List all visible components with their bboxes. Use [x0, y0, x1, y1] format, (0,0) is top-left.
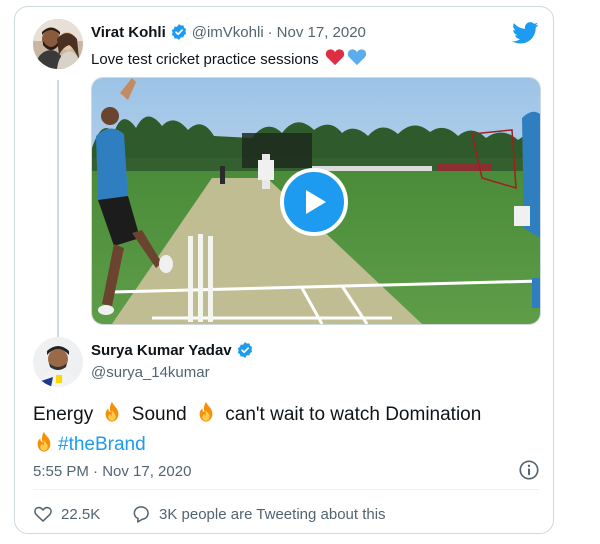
fire-emoji [195, 401, 217, 431]
like-count: 22.5K [61, 505, 101, 523]
tweet-timestamp[interactable]: 5:55 PM · Nov 17, 2020 [33, 463, 191, 480]
heart-outline-icon [34, 506, 52, 522]
quoted-author-name[interactable]: Virat Kohli [91, 24, 166, 41]
tweet-text-rest: can't wait to watch Domination [225, 404, 482, 425]
fire-emoji [101, 401, 123, 431]
video-player[interactable] [91, 77, 541, 325]
fire-emoji [33, 431, 55, 461]
quoted-tweet-text-content: Love test cricket practice sessions [91, 50, 319, 68]
reply-bubble-icon [133, 506, 149, 523]
quoted-tweet-text: Love test cricket practice sessions [91, 48, 367, 70]
conversation-text: 3K people are Tweeting about this [159, 505, 386, 523]
twitter-bird-icon[interactable] [512, 22, 539, 44]
verified-badge-icon [170, 23, 188, 41]
like-button[interactable]: 22.5K [33, 504, 100, 524]
play-icon [306, 190, 326, 214]
quoted-tweet-header: Virat Kohli @imVkohli · Nov 17, 2020 [91, 23, 366, 41]
info-icon[interactable] [518, 459, 540, 481]
dot-separator: · [267, 23, 273, 41]
tweet-embed-card[interactable]: Virat Kohli @imVkohli · Nov 17, 2020 Lov… [14, 6, 554, 534]
author-handle[interactable]: @surya_14kumar [91, 364, 210, 381]
quoted-author-avatar[interactable] [33, 19, 83, 69]
thread-connector-line [57, 80, 59, 342]
hashtag-link[interactable]: #theBrand [58, 434, 146, 455]
tweet-text-sound: Sound [131, 404, 187, 425]
red-heart-emoji [325, 48, 345, 70]
quoted-tweet-date[interactable]: Nov 17, 2020 [277, 24, 366, 41]
tweet-body: Energy Sound can't wait to watch Dominat… [33, 401, 543, 461]
verified-badge-icon [236, 341, 254, 359]
blue-heart-emoji [347, 48, 367, 70]
play-button[interactable] [280, 168, 348, 236]
tweet-text-energy: Energy [33, 404, 94, 425]
divider [33, 489, 539, 490]
conversation-button[interactable]: 3K people are Tweeting about this [131, 504, 386, 524]
author-name-row: Surya Kumar Yadav [91, 341, 258, 359]
quoted-author-handle[interactable]: @imVkohli [192, 24, 264, 41]
author-name[interactable]: Surya Kumar Yadav [91, 342, 232, 359]
author-avatar[interactable] [33, 337, 83, 387]
